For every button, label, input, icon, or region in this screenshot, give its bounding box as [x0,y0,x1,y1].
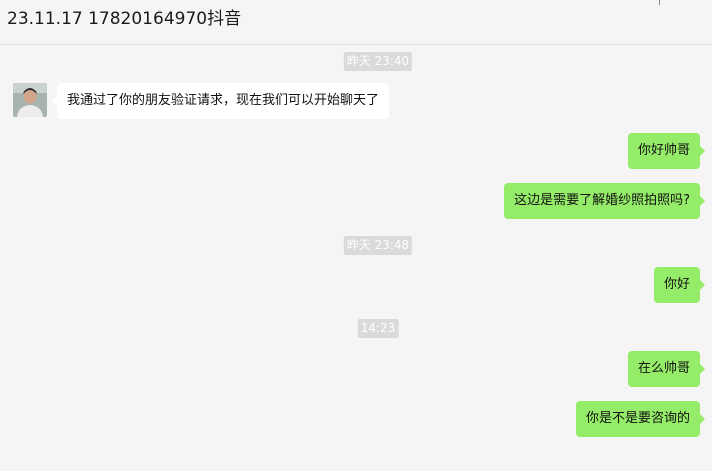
timestamp: 昨天 23:40 [343,52,413,71]
message-list[interactable]: 昨天 23:40 我通过了你的朋友验证请求，现在我们可以开始聊天了 你好帅哥 这… [0,46,712,471]
header-divider [659,0,660,5]
message-bubble-outgoing[interactable]: 这边是需要了解婚纱照拍照吗? [504,183,705,219]
chat-header: 23.11.17 17820164970抖音 [0,0,712,45]
chat-title: 23.11.17 17820164970抖音 [7,9,242,29]
message-bubble-outgoing[interactable]: 在么帅哥 [627,351,706,387]
timestamp: 昨天 23:48 [343,236,413,255]
timestamp: 14:23 [357,319,399,338]
message-bubble-incoming[interactable]: 我通过了你的朋友验证请求，现在我们可以开始聊天了 [51,83,390,119]
message-bubble-outgoing[interactable]: 你是不是要咨询的 [575,401,706,437]
avatar[interactable] [13,83,47,117]
message-bubble-outgoing[interactable]: 你好帅哥 [627,133,706,169]
message-bubble-outgoing[interactable]: 你好 [653,267,706,303]
avatar-image [13,83,47,117]
